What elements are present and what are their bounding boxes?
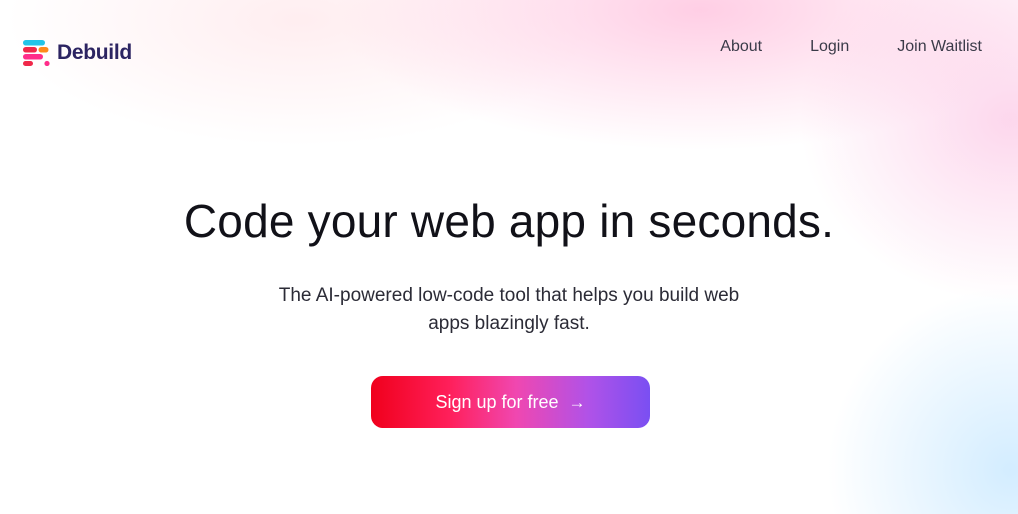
sign-up-button-label: Sign up for free (435, 391, 559, 412)
nav-login-link[interactable]: Login (810, 38, 849, 56)
logo-link[interactable]: Debuild (23, 40, 132, 66)
sign-up-button[interactable]: Sign up for free → (371, 376, 650, 428)
top-nav: About Login Join Waitlist (720, 38, 982, 56)
arrow-right-icon: → (568, 392, 586, 412)
nav-about-link[interactable]: About (720, 38, 762, 56)
hero-subtitle-line-1: The AI-powered low-code tool that helps … (278, 285, 740, 306)
hero-title: Code your web app in seconds. (183, 195, 835, 247)
landing-page: Debuild About Login Join Waitlist Code y… (0, 0, 1018, 514)
debuild-logo-icon (23, 40, 51, 66)
hero-subtitle: The AI-powered low-code tool that helps … (259, 282, 759, 338)
nav-join-waitlist-link[interactable]: Join Waitlist (897, 38, 982, 56)
logo-text: Debuild (57, 41, 132, 64)
hero-subtitle-line-2: apps blazingly fast. (428, 313, 590, 334)
